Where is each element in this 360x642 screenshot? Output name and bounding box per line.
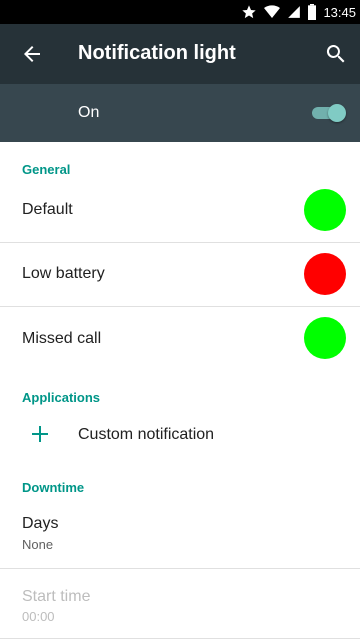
pref-row-missed-call[interactable]: Missed call bbox=[0, 307, 360, 371]
star-icon bbox=[242, 5, 257, 19]
plus-icon bbox=[32, 426, 48, 442]
pref-label: Default bbox=[22, 201, 73, 218]
app-bar: Notification light bbox=[0, 24, 360, 84]
color-swatch-default[interactable] bbox=[304, 189, 346, 231]
pref-row-start-time: Start time 00:00 bbox=[0, 569, 360, 637]
pref-row-low-battery[interactable]: Low battery bbox=[0, 243, 360, 307]
page-title: Notification light bbox=[78, 42, 236, 64]
section-header-applications: Applications bbox=[22, 390, 101, 405]
status-time: 13:45 bbox=[323, 4, 356, 20]
section-header-general: General bbox=[22, 162, 71, 177]
master-switch-row[interactable]: On bbox=[0, 84, 360, 142]
master-toggle[interactable] bbox=[310, 104, 346, 122]
search-icon[interactable] bbox=[324, 42, 348, 66]
color-swatch-missed-call[interactable] bbox=[304, 317, 346, 359]
pref-label: Missed call bbox=[22, 330, 102, 347]
section-header-downtime: Downtime bbox=[22, 480, 85, 495]
status-icons: 13:45 bbox=[241, 0, 356, 24]
pref-label: Days bbox=[22, 515, 59, 532]
pref-label: Start time bbox=[22, 588, 91, 605]
color-swatch-low-battery[interactable] bbox=[304, 253, 346, 295]
custom-notification-row[interactable]: Custom notification bbox=[0, 410, 360, 458]
pref-row-default[interactable]: Default bbox=[0, 178, 360, 242]
pref-row-days[interactable]: Days None bbox=[0, 500, 360, 568]
signal-icon bbox=[288, 6, 301, 18]
toggle-thumb bbox=[328, 104, 346, 122]
pref-summary: 00:00 bbox=[22, 609, 55, 624]
wifi-icon bbox=[264, 5, 281, 18]
master-switch-label: On bbox=[78, 104, 100, 121]
pref-label: Low battery bbox=[22, 265, 105, 282]
status-bar: 13:45 bbox=[0, 0, 360, 24]
divider bbox=[0, 638, 360, 639]
custom-notification-label: Custom notification bbox=[78, 426, 215, 443]
battery-icon bbox=[308, 4, 317, 20]
pref-summary: None bbox=[22, 537, 54, 552]
back-arrow-icon[interactable] bbox=[20, 42, 44, 66]
